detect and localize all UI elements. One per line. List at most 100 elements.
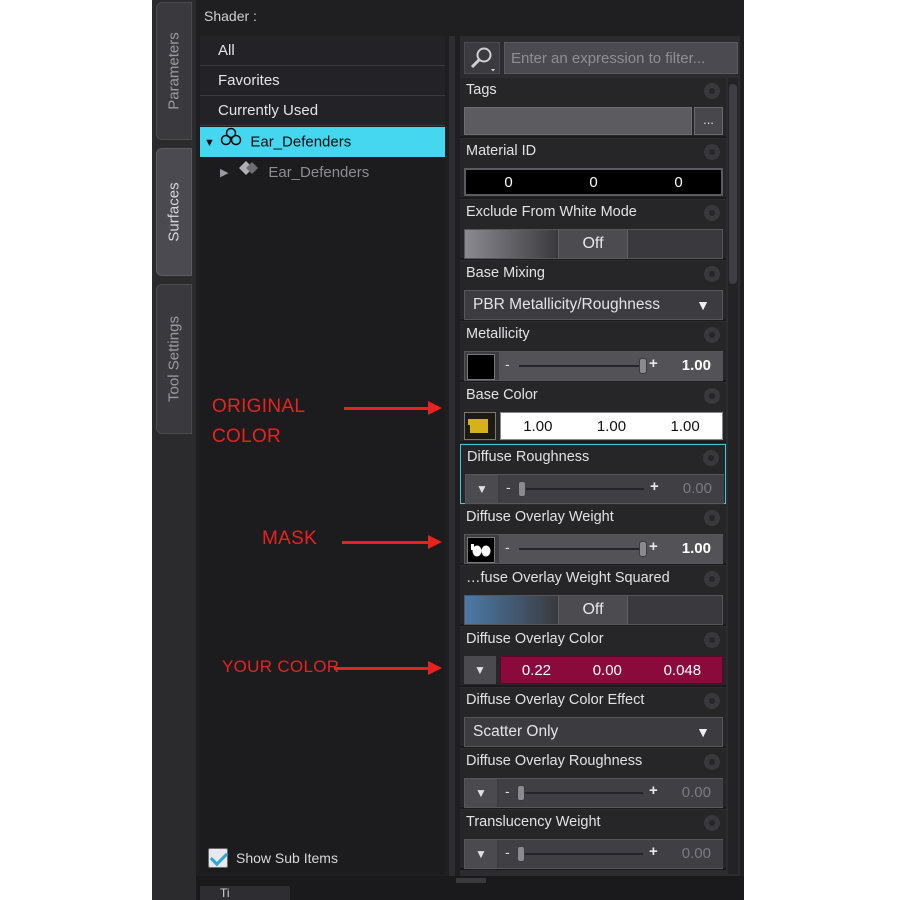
overlay-color-values[interactable]: 0.22 0.00 0.048 <box>500 656 723 684</box>
property-translucency-weight: Translucency Weight ▼ - + 0.00 <box>460 810 726 870</box>
gear-icon[interactable] <box>704 266 720 282</box>
chevron-down-icon[interactable]: ▼ <box>465 779 497 807</box>
bottom-tab[interactable]: Ti <box>200 886 290 900</box>
base-mixing-dropdown[interactable]: PBR Metallicity/Roughness ▼ <box>464 290 723 320</box>
gear-icon[interactable] <box>704 510 720 526</box>
slider-track[interactable]: - + 1.00 <box>499 535 723 563</box>
plus-icon[interactable]: + <box>649 538 658 555</box>
chevron-down-icon[interactable]: ▼ <box>465 840 497 868</box>
tree-item-label: Ear_Defenders <box>268 164 370 181</box>
tab-surfaces-label: Surfaces <box>165 182 183 242</box>
slider-track[interactable]: - + 0.00 <box>499 840 723 868</box>
minus-icon[interactable]: - <box>505 783 510 799</box>
base-color-b[interactable]: 1.00 <box>671 418 700 435</box>
tree-item-all[interactable]: All <box>200 36 445 66</box>
chevron-down-icon[interactable]: ▼ <box>464 656 496 684</box>
slider-knob[interactable] <box>639 541 647 557</box>
translucency-weight-field: ▼ - + 0.00 <box>464 839 723 869</box>
material-id-g[interactable]: 0 <box>589 174 597 191</box>
gear-icon[interactable] <box>704 327 720 343</box>
panel-splitter[interactable] <box>449 36 455 876</box>
tags-browse-button[interactable]: ... <box>694 107 723 135</box>
material-id-b[interactable]: 0 <box>674 174 682 191</box>
show-sub-items-toggle[interactable]: Show Sub Items <box>208 846 338 870</box>
overlay-roughness-slider[interactable]: ▼ - + 0.00 <box>464 778 723 808</box>
gear-icon[interactable] <box>704 388 720 404</box>
base-color-map-swatch[interactable] <box>464 412 496 440</box>
slider-knob[interactable] <box>518 481 526 497</box>
tags-field: ... <box>464 107 723 135</box>
slider-track[interactable]: - + 1.00 <box>499 352 723 380</box>
overlay-color-b[interactable]: 0.048 <box>664 662 702 679</box>
slider-value[interactable]: 1.00 <box>682 357 711 374</box>
chevron-down-icon[interactable]: ▼ <box>466 475 498 503</box>
slider-knob[interactable] <box>639 358 647 374</box>
tab-surfaces[interactable]: Surfaces <box>156 148 192 276</box>
tab-parameters[interactable]: Parameters <box>156 2 192 140</box>
gear-icon[interactable] <box>704 205 720 221</box>
vertical-scrollbar[interactable] <box>728 78 738 874</box>
scrollbar-thumb[interactable] <box>729 84 737 284</box>
collapse-triangle-icon[interactable]: ▶ <box>220 158 232 188</box>
plus-icon[interactable]: + <box>649 843 658 860</box>
arrow-mask <box>342 541 430 544</box>
plus-icon[interactable]: + <box>650 478 659 495</box>
gear-icon[interactable] <box>703 450 719 466</box>
material-id-values[interactable]: 0 0 0 <box>464 168 723 196</box>
show-sub-items-checkbox[interactable] <box>208 848 228 868</box>
filter-input[interactable] <box>504 42 738 74</box>
property-overlay-color-effect: Diffuse Overlay Color Effect Scatter Onl… <box>460 688 726 748</box>
base-color-g[interactable]: 1.00 <box>597 418 626 435</box>
gear-icon[interactable] <box>704 144 720 160</box>
annotation-original-color: ORIGINAL COLOR <box>212 396 306 447</box>
overlay-weight-slider[interactable]: - + 1.00 <box>464 534 723 564</box>
expand-triangle-icon[interactable]: ▼ <box>204 128 216 158</box>
slider-value[interactable]: 0.00 <box>682 845 711 862</box>
gear-icon[interactable] <box>704 815 720 831</box>
translucency-weight-slider[interactable]: ▼ - + 0.00 <box>464 839 723 869</box>
property-title: Metallicity <box>466 326 530 342</box>
tab-tool-settings-label: Tool Settings <box>165 316 183 402</box>
plus-icon[interactable]: + <box>649 355 658 372</box>
gear-icon[interactable] <box>704 693 720 709</box>
slider-knob[interactable] <box>517 785 525 801</box>
overlay-color-r[interactable]: 0.22 <box>522 662 551 679</box>
tags-input[interactable] <box>464 107 692 135</box>
arrow-head-icon <box>428 661 442 675</box>
gear-icon[interactable] <box>704 754 720 770</box>
exclude-white-toggle[interactable]: Off <box>464 229 723 259</box>
diffuse-roughness-slider[interactable]: ▼ - + 0.00 <box>465 474 724 504</box>
gear-icon[interactable] <box>704 632 720 648</box>
minus-icon[interactable]: - <box>505 539 510 555</box>
material-id-r[interactable]: 0 <box>504 174 512 191</box>
slider-value[interactable]: 0.00 <box>683 480 712 497</box>
gear-icon[interactable] <box>704 83 720 99</box>
tree-item-ear-defenders-surface[interactable]: ▶ Ear_Defenders <box>200 158 445 188</box>
overlay-color-effect-dropdown[interactable]: Scatter Only ▼ <box>464 717 723 747</box>
overlay-weight-sq-toggle[interactable]: Off <box>464 595 723 625</box>
minus-icon[interactable]: - <box>505 356 510 372</box>
minus-icon[interactable]: - <box>505 844 510 860</box>
resize-grip[interactable] <box>456 878 486 883</box>
slider-value[interactable]: 0.00 <box>682 784 711 801</box>
slider-track[interactable]: - + 0.00 <box>499 779 723 807</box>
tab-tool-settings[interactable]: Tool Settings <box>156 284 192 434</box>
slider-value[interactable]: 1.00 <box>682 540 711 557</box>
slider-knob[interactable] <box>517 846 525 862</box>
mask-swatch[interactable] <box>467 537 495 563</box>
base-color-field: 1.00 1.00 1.00 <box>464 412 723 440</box>
texture-swatch[interactable] <box>467 354 495 380</box>
gear-icon[interactable] <box>704 571 720 587</box>
search-icon[interactable] <box>464 42 500 74</box>
base-color-r[interactable]: 1.00 <box>523 418 552 435</box>
tree-item-favorites[interactable]: Favorites <box>200 66 445 96</box>
minus-icon[interactable]: - <box>506 479 511 495</box>
tree-item-ear-defenders[interactable]: ▼ Ear_Defenders <box>200 127 445 157</box>
plus-icon[interactable]: + <box>649 782 658 799</box>
toggle-gradient <box>465 230 558 258</box>
tree-item-currently-used[interactable]: Currently Used <box>200 96 445 126</box>
metallicity-slider[interactable]: - + 1.00 <box>464 351 723 381</box>
base-color-values[interactable]: 1.00 1.00 1.00 <box>500 412 723 440</box>
overlay-color-g[interactable]: 0.00 <box>593 662 622 679</box>
slider-track[interactable]: - + 0.00 <box>500 475 724 503</box>
